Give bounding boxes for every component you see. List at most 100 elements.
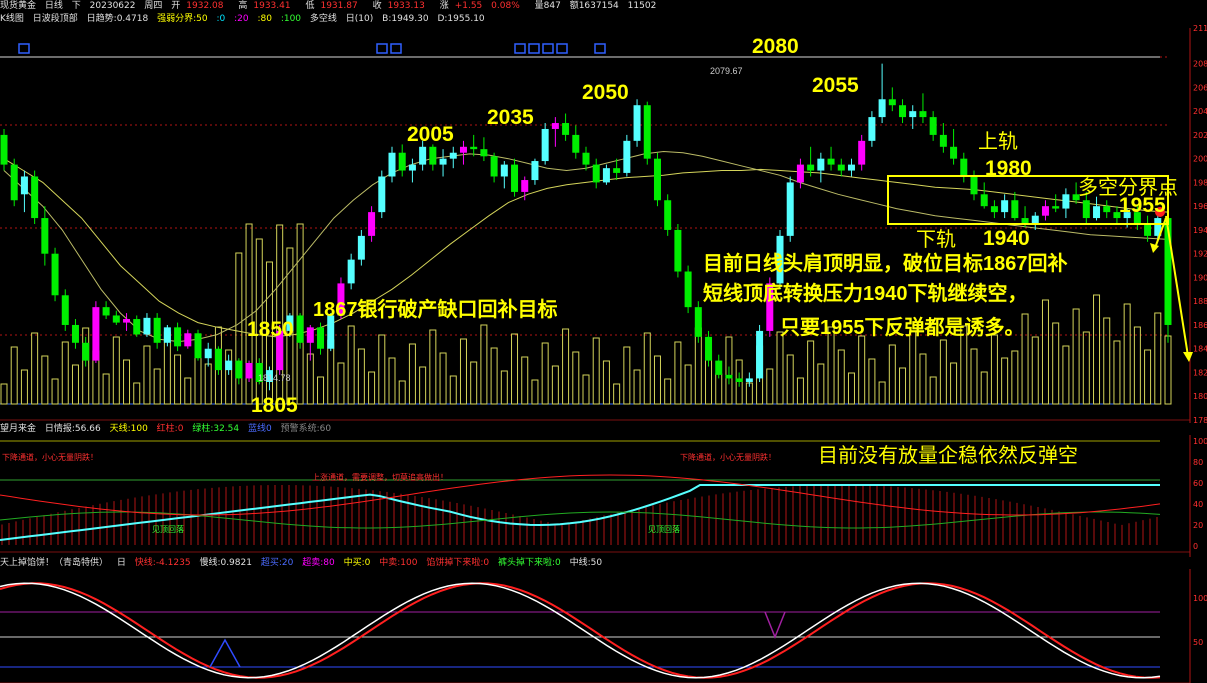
candle-body xyxy=(204,348,212,359)
label-shang-gui: 上轨 xyxy=(978,130,1018,153)
volume-bar xyxy=(337,362,345,405)
volume-bar xyxy=(439,352,447,405)
note-line-1: 目前日线头肩顶明显，破位目标1867回补 xyxy=(703,251,1068,275)
candle-body xyxy=(521,180,529,192)
panel3-oversold: 超卖:80 xyxy=(302,558,335,568)
volume-bar xyxy=(613,383,621,405)
volume-bar xyxy=(939,339,947,405)
arrowhead-1 xyxy=(1183,352,1193,362)
candle-body xyxy=(143,317,151,335)
longshort-label: 多空线 xyxy=(309,14,337,24)
volume-bar xyxy=(123,359,131,405)
arrowhead-2 xyxy=(1150,243,1159,253)
candle-body xyxy=(347,259,355,284)
title-bar: 现货黄金 日线 下 20230622 周四 开 1932.08 高 1933.41 … xyxy=(0,0,1207,12)
volume-bar xyxy=(1031,336,1039,405)
candle-body xyxy=(1011,200,1019,219)
note-line-4: 目前没有放量企稳依然反弹空 xyxy=(818,444,1078,467)
candle-body xyxy=(970,176,978,195)
volume-bar xyxy=(31,332,39,405)
volume-bar xyxy=(51,378,59,405)
volume-bar xyxy=(643,332,651,405)
panel2-name: 望月来金 xyxy=(0,424,37,434)
volume-bar xyxy=(1123,303,1131,405)
volume-bar xyxy=(909,330,917,405)
signal-square-4 xyxy=(528,43,540,54)
volume-value: 量847 xyxy=(534,1,561,11)
instrument-name: 现货黄金 xyxy=(0,1,37,11)
candle-body xyxy=(837,164,845,171)
volume-bar xyxy=(1144,349,1152,405)
label-2005: 2005 xyxy=(407,123,454,146)
volume-bar xyxy=(317,376,325,405)
candle-body xyxy=(184,333,192,347)
level-80: :80 xyxy=(257,14,272,24)
volume-bar xyxy=(1154,312,1162,405)
d-value: D:1955.10 xyxy=(437,14,485,24)
volume-bar xyxy=(357,348,365,405)
candle-body xyxy=(194,333,202,359)
b-value: B:1949.30 xyxy=(382,14,429,24)
candle-body xyxy=(306,327,314,343)
candle-body xyxy=(847,164,855,171)
volume-bar xyxy=(0,383,8,405)
candle-body xyxy=(756,330,764,379)
panel3-fast: 快线:-4.1235 xyxy=(134,558,191,568)
candle-body xyxy=(878,99,886,118)
panel2-bar: 望月来金 日情报:56.66 天线:100 红柱:0 绿柱:32.54 蓝线0 … xyxy=(0,423,1207,435)
volume-bar xyxy=(837,349,845,405)
candle-body xyxy=(214,348,222,371)
volume-bar xyxy=(562,328,570,405)
signal-square-7 xyxy=(594,43,606,54)
level-20: :20 xyxy=(234,14,249,24)
panel3-slow: 慢线:0.9821 xyxy=(199,558,252,568)
panel2-tick: 0 xyxy=(1193,542,1198,551)
candle-body xyxy=(796,164,804,183)
candle-body xyxy=(61,295,69,325)
panel3-bar: 天上掉馅饼！（青岛特供） 日 快线:-4.1235 慢线:0.9821 超买:2… xyxy=(0,557,1207,569)
volume-bar xyxy=(633,369,641,405)
change-pct: 0.08% xyxy=(491,1,520,11)
volume-bar xyxy=(990,334,998,405)
volume-bar xyxy=(664,378,672,405)
band-top-label: 日波段顶部 xyxy=(32,14,78,24)
candle-body xyxy=(827,158,835,165)
price-tick: 1820 xyxy=(1193,368,1207,377)
volume-bar xyxy=(71,364,79,405)
candle-body xyxy=(541,128,549,162)
volume-bar xyxy=(950,362,958,405)
label-1980: 1980 xyxy=(985,157,1032,180)
volume-bar xyxy=(500,370,508,405)
volume-bar xyxy=(582,374,590,405)
warn-right: 下降通道，小心无量阴跌！ xyxy=(680,452,776,462)
volume-bar xyxy=(1164,335,1172,405)
see-bottom-1: 见顶回落 xyxy=(152,524,184,534)
volume-bar xyxy=(1103,317,1111,405)
price-tick: 1860 xyxy=(1193,321,1207,330)
volume-bar xyxy=(480,324,488,405)
price-tick: 1900 xyxy=(1193,273,1207,282)
volume-bar xyxy=(41,355,49,405)
volume-bar xyxy=(429,329,437,405)
volume-bar xyxy=(817,363,825,405)
panel2-tick: 80 xyxy=(1193,458,1203,467)
candle-body xyxy=(684,271,692,308)
price-tick: 2080 xyxy=(1193,60,1207,69)
candle-body xyxy=(235,360,243,379)
volume-bar xyxy=(888,344,896,405)
candle-body xyxy=(82,342,90,361)
volume-bar xyxy=(521,356,529,405)
panel3-fast-line xyxy=(0,582,1161,679)
chart-canvas: 2110208020602040202020001980196019401920… xyxy=(0,24,1207,683)
open-label: 开 xyxy=(171,1,181,11)
volume-bar xyxy=(531,379,539,405)
open-value: 1932.08 xyxy=(186,1,224,11)
volume-bar xyxy=(1093,294,1101,405)
volume-bar xyxy=(378,334,386,405)
candle-body xyxy=(786,182,794,236)
warn-left: 下降通道，小心无量阴跌！ xyxy=(2,452,98,462)
low-label: 低 xyxy=(305,1,315,11)
label-1850: 1850 xyxy=(247,318,294,341)
volume-bar xyxy=(776,331,784,405)
panel2-blue: 蓝线0 xyxy=(248,424,272,434)
